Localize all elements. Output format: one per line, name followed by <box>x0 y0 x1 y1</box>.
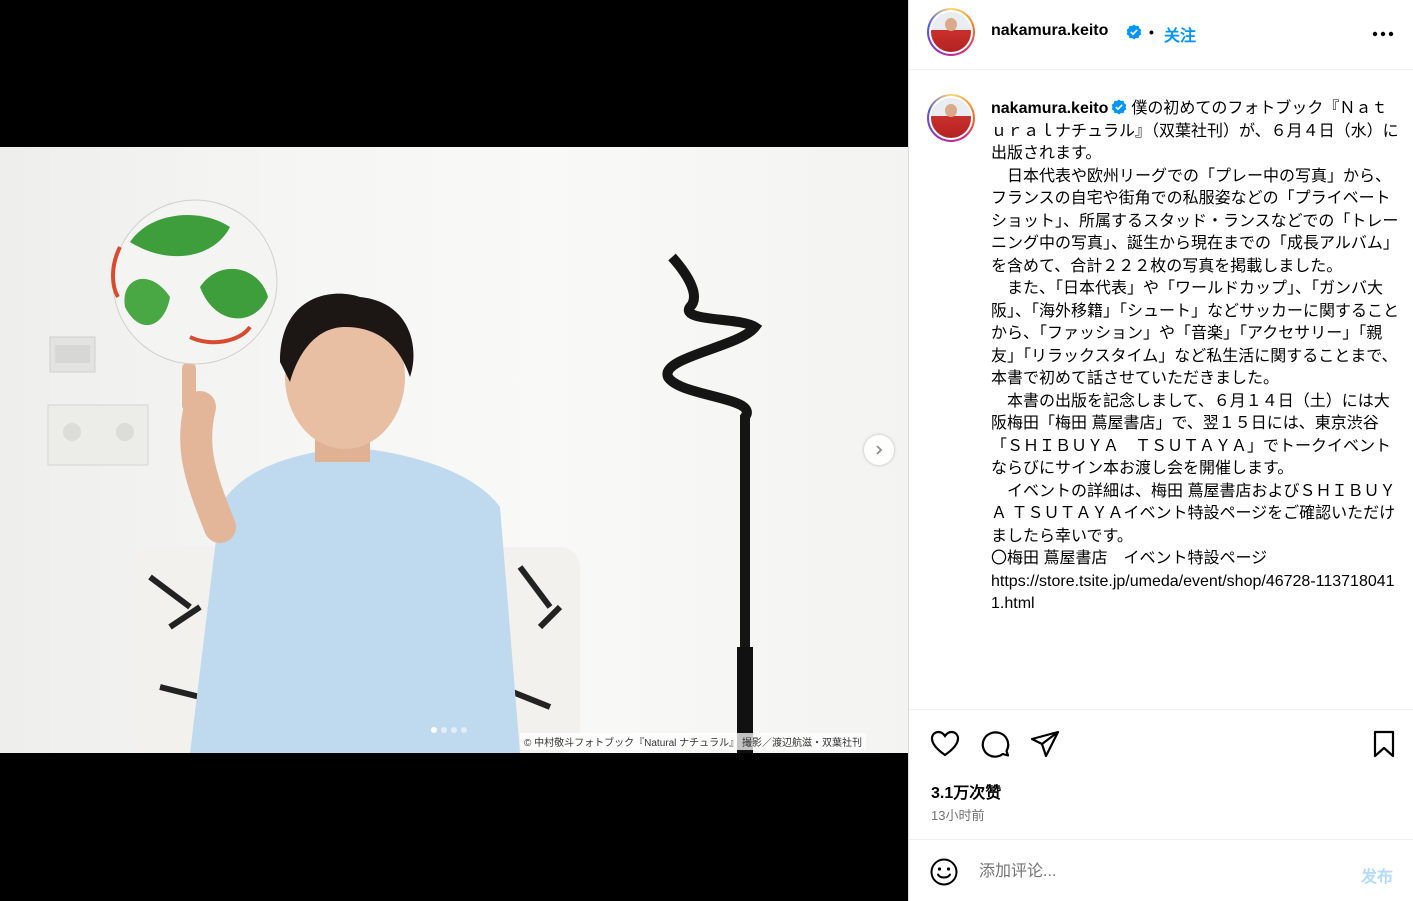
comment-icon[interactable] <box>979 728 1011 760</box>
next-slide-button[interactable] <box>864 435 894 465</box>
more-horizontal-icon <box>1372 31 1394 37</box>
carousel-dot <box>431 727 437 733</box>
follow-button[interactable]: 关注 <box>1164 22 1196 46</box>
emoji-icon[interactable] <box>929 857 959 887</box>
carousel-dot <box>451 727 457 733</box>
verified-badge-icon <box>1126 24 1142 40</box>
send-icon[interactable] <box>1029 728 1061 760</box>
caption-avatar[interactable] <box>927 94 975 142</box>
comment-input[interactable] <box>979 860 1339 884</box>
carousel-dot <box>461 727 467 733</box>
more-options-button[interactable] <box>1369 20 1397 48</box>
media-viewer: © 中村敬斗フォトブック『Natural ナチュラル』 撮影／渡辺航滋・双葉社刊 <box>0 0 908 901</box>
comment-bar: 发布 <box>909 839 1413 901</box>
heart-icon[interactable] <box>929 728 961 760</box>
post-actions: 3.1万次赞 13小时前 <box>909 709 1413 839</box>
carousel-indicator <box>431 727 467 733</box>
post-header: nakamura.keito • 关注 <box>909 0 1413 70</box>
chevron-right-icon <box>876 445 883 455</box>
post-caption: nakamura.keito 僕の初めてのフォトブック『Ｎａｔｕｒａｌナチュラル… <box>991 98 1401 616</box>
post-photo <box>0 147 908 753</box>
post-timestamp[interactable]: 13小时前 <box>931 805 984 824</box>
carousel-dot <box>441 727 447 733</box>
separator-dot: • <box>1149 24 1154 40</box>
bookmark-icon[interactable] <box>1368 728 1400 760</box>
verified-badge-icon <box>1112 99 1127 115</box>
avatar[interactable] <box>927 8 975 56</box>
header-username[interactable]: nakamura.keito <box>991 22 1108 40</box>
post-comment-button[interactable]: 发布 <box>1361 863 1393 887</box>
post-side-panel: nakamura.keito • 关注 nakamura.keito 僕の初めて… <box>908 0 1413 901</box>
caption-text: 僕の初めてのフォトブック『Ｎａｔｕｒａｌナチュラル』（双葉社刊）が、６月４日（水… <box>991 100 1400 612</box>
like-count[interactable]: 3.1万次赞 <box>931 779 1001 803</box>
caption-username[interactable]: nakamura.keito <box>991 100 1108 117</box>
photo-illustration <box>47 199 763 753</box>
photo-credit: © 中村敬斗フォトブック『Natural ナチュラル』 撮影／渡辺航滋・双葉社刊 <box>520 733 866 750</box>
